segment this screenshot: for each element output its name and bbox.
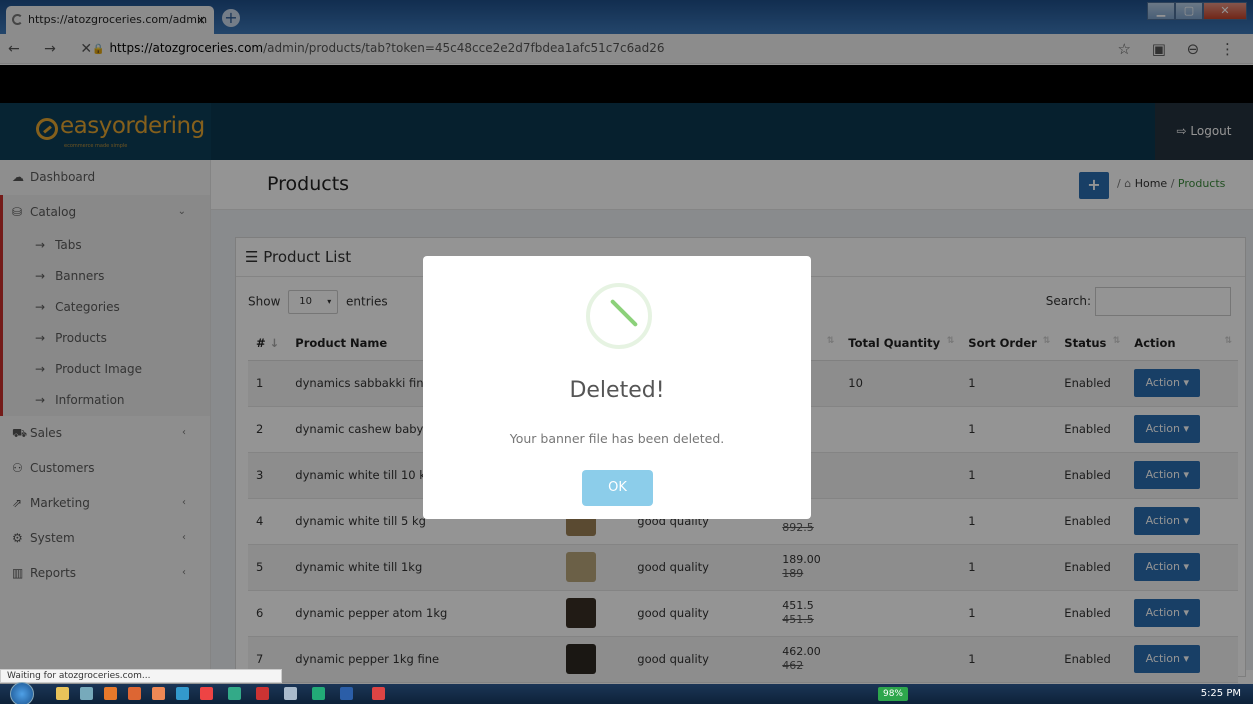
taskbar-clock[interactable]: 5:25 PM xyxy=(1201,688,1241,699)
dialog-message: Your banner file has been deleted. xyxy=(509,431,725,446)
pdf-icon[interactable] xyxy=(256,687,269,700)
chrome-icon[interactable] xyxy=(372,687,385,700)
dialog-title: Deleted! xyxy=(569,378,665,403)
browser-status-bar: Waiting for atozgroceries.com... xyxy=(0,669,282,683)
success-check-icon xyxy=(586,283,652,349)
app-icon[interactable] xyxy=(80,687,93,700)
app-icon[interactable] xyxy=(228,687,241,700)
word-icon[interactable] xyxy=(340,687,353,700)
folder-icon[interactable] xyxy=(56,687,69,700)
windows-taskbar: 98% 5:25 PM xyxy=(0,682,1253,704)
firefox-icon[interactable] xyxy=(104,687,117,700)
ok-button[interactable]: OK xyxy=(582,470,653,506)
app-icon[interactable] xyxy=(152,687,165,700)
deleted-dialog: Deleted! Your banner file has been delet… xyxy=(423,256,811,519)
app-icon[interactable] xyxy=(128,687,141,700)
battery-indicator[interactable]: 98% xyxy=(878,687,908,701)
app-icon[interactable] xyxy=(284,687,297,700)
app-icon[interactable] xyxy=(312,687,325,700)
chrome-icon[interactable] xyxy=(200,687,213,700)
start-button[interactable] xyxy=(10,682,34,704)
ie-icon[interactable] xyxy=(176,687,189,700)
